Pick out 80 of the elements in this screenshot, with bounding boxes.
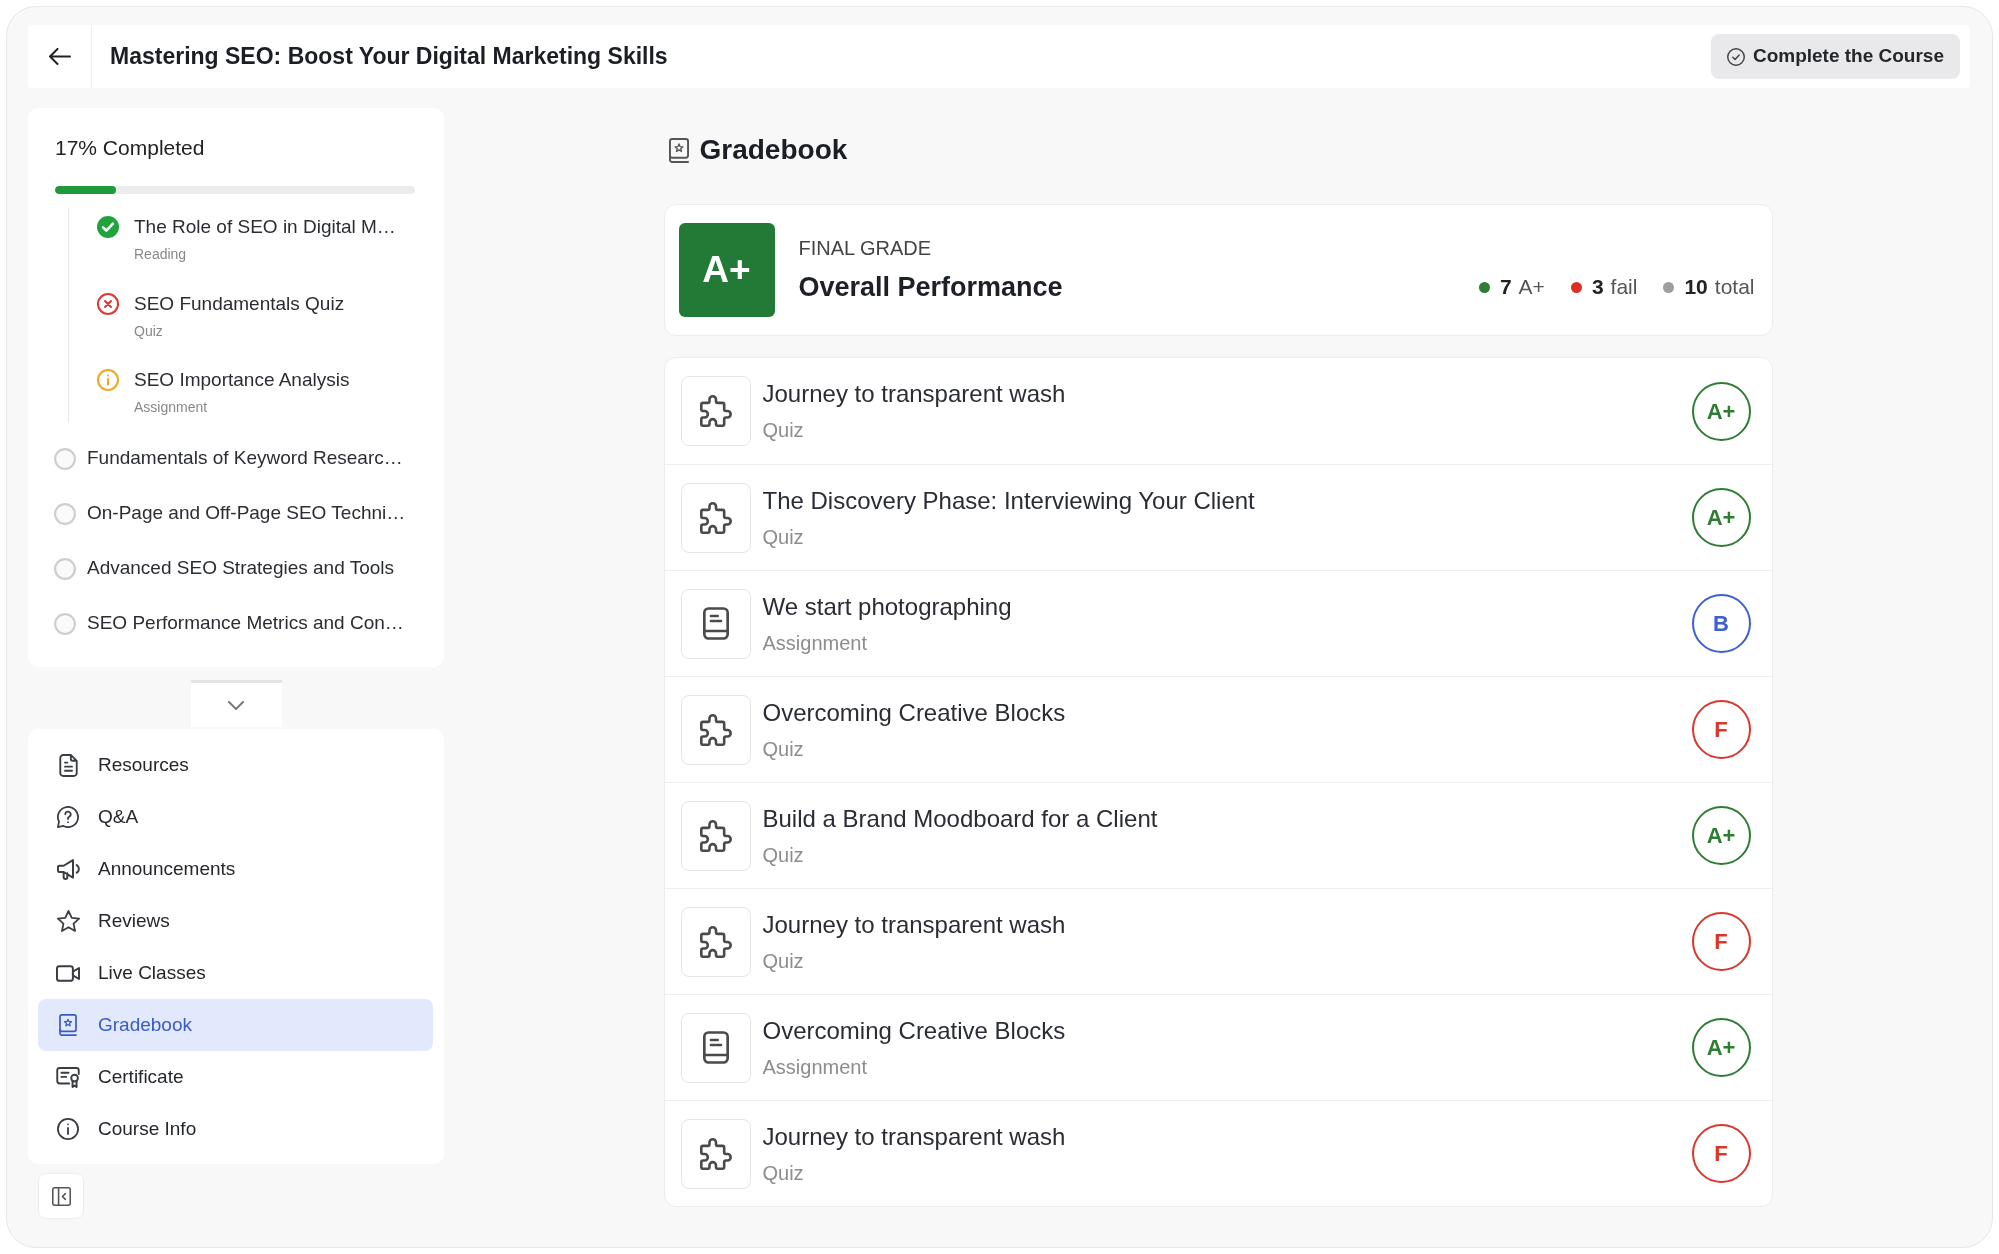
course-title: Mastering SEO: Boost Your Digital Marketing Skills (110, 42, 668, 71)
stat-count: 10 (1684, 274, 1708, 301)
book-icon (680, 588, 751, 659)
item-title: The Discovery Phase: Interviewing Your Client (762, 485, 1255, 516)
stat-label: fail (1610, 274, 1638, 301)
final-grade-badge: A+ (678, 223, 775, 317)
item-type: Quiz (762, 842, 805, 868)
expand-toggle[interactable] (190, 680, 282, 727)
item-type: Assignment (762, 1054, 868, 1080)
grade-badge: A+ (1691, 806, 1751, 865)
item-type: Quiz (762, 736, 805, 762)
sidebar-item[interactable]: Resources (38, 739, 433, 791)
grade-badge: F (1691, 1124, 1751, 1183)
item-title: Journey to transparent wash (762, 909, 1066, 940)
lesson-title[interactable]: SEO Importance Analysis (134, 368, 350, 392)
grade-badge: F (1691, 700, 1751, 759)
progress-label: 17% Completed (55, 135, 206, 161)
stat-label: A+ (1518, 274, 1545, 301)
item-type: Quiz (762, 1160, 805, 1186)
check-circle-icon (97, 216, 119, 238)
stat-count: 7 (1499, 274, 1512, 301)
item-title: Overcoming Creative Blocks (762, 1015, 1066, 1046)
star-icon (56, 910, 80, 932)
grade-badge: A+ (1691, 381, 1751, 441)
page-title: Gradebook (699, 133, 848, 167)
sidebar-item[interactable]: Certificate (38, 1051, 433, 1103)
sidebar-item[interactable]: Gradebook (38, 999, 433, 1051)
grade-badge: A+ (1691, 1018, 1751, 1077)
item-type: Assignment (762, 630, 868, 656)
lesson-title[interactable]: SEO Fundamentals Quiz (134, 291, 345, 316)
puzzle-icon (680, 800, 751, 871)
puzzle-icon (680, 694, 751, 765)
book-icon (680, 1012, 751, 1083)
item-type: Quiz (762, 524, 805, 550)
item-type: Quiz (762, 418, 805, 443)
check-circle-icon (1726, 47, 1745, 66)
certificate-icon (56, 1066, 80, 1088)
complete-course-button[interactable]: Complete the Course (1710, 34, 1960, 79)
info-icon (57, 1118, 79, 1140)
puzzle-icon (680, 906, 751, 977)
stat-label: total (1714, 274, 1755, 301)
overall-title: Overall Performance (798, 271, 1063, 304)
grade-badge: A+ (1691, 488, 1751, 547)
stat-count: 3 (1591, 274, 1604, 301)
sidebar-item[interactable]: Live Classes (38, 947, 433, 999)
panel-left-icon (51, 1186, 71, 1206)
sidebar-item[interactable]: Reviews (38, 895, 433, 947)
chapter-title[interactable]: Fundamentals of Keyword Researc… (87, 444, 403, 473)
puzzle-icon (680, 376, 751, 446)
book-star-icon (668, 137, 689, 163)
chapter-title[interactable]: Advanced SEO Strategies and Tools (87, 554, 394, 583)
info-circle-icon (97, 369, 119, 391)
puzzle-icon (680, 482, 751, 553)
grade-badge: B (1691, 594, 1751, 653)
x-circle-icon (97, 292, 119, 315)
lesson-type: Reading (134, 245, 188, 263)
item-type: Quiz (762, 948, 805, 974)
video-camera-icon (56, 964, 80, 982)
question-bubble-icon (57, 806, 79, 828)
item-title: We start photographing (762, 591, 1012, 622)
item-title: Journey to transparent wash (762, 379, 1066, 409)
final-grade-label: FINAL GRADE (798, 236, 933, 260)
megaphone-icon (56, 858, 80, 880)
sidebar-item[interactable]: Course Info (38, 1103, 433, 1155)
item-title: Journey to transparent wash (762, 1121, 1066, 1152)
puzzle-icon (680, 1118, 751, 1189)
lesson-type: Quiz (134, 321, 164, 340)
chapter-title[interactable]: On-Page and Off-Page SEO Techni… (87, 499, 406, 528)
grade-badge: F (1691, 912, 1751, 971)
chevron-down-icon (228, 700, 244, 710)
document-icon (58, 753, 78, 777)
item-title: Build a Brand Moodboard for a Client (762, 803, 1158, 834)
sidebar-item[interactable]: Q&A (38, 791, 433, 843)
chapter-title[interactable]: SEO Performance Metrics and Con… (87, 609, 404, 638)
item-title: Overcoming Creative Blocks (762, 697, 1066, 728)
back-arrow-icon (48, 48, 71, 65)
lesson-type: Assignment (134, 398, 209, 416)
lesson-title[interactable]: The Role of SEO in Digital M… (134, 215, 396, 239)
collapse-sidebar-button[interactable] (38, 1173, 84, 1219)
sidebar-item[interactable]: Announcements (38, 843, 433, 895)
